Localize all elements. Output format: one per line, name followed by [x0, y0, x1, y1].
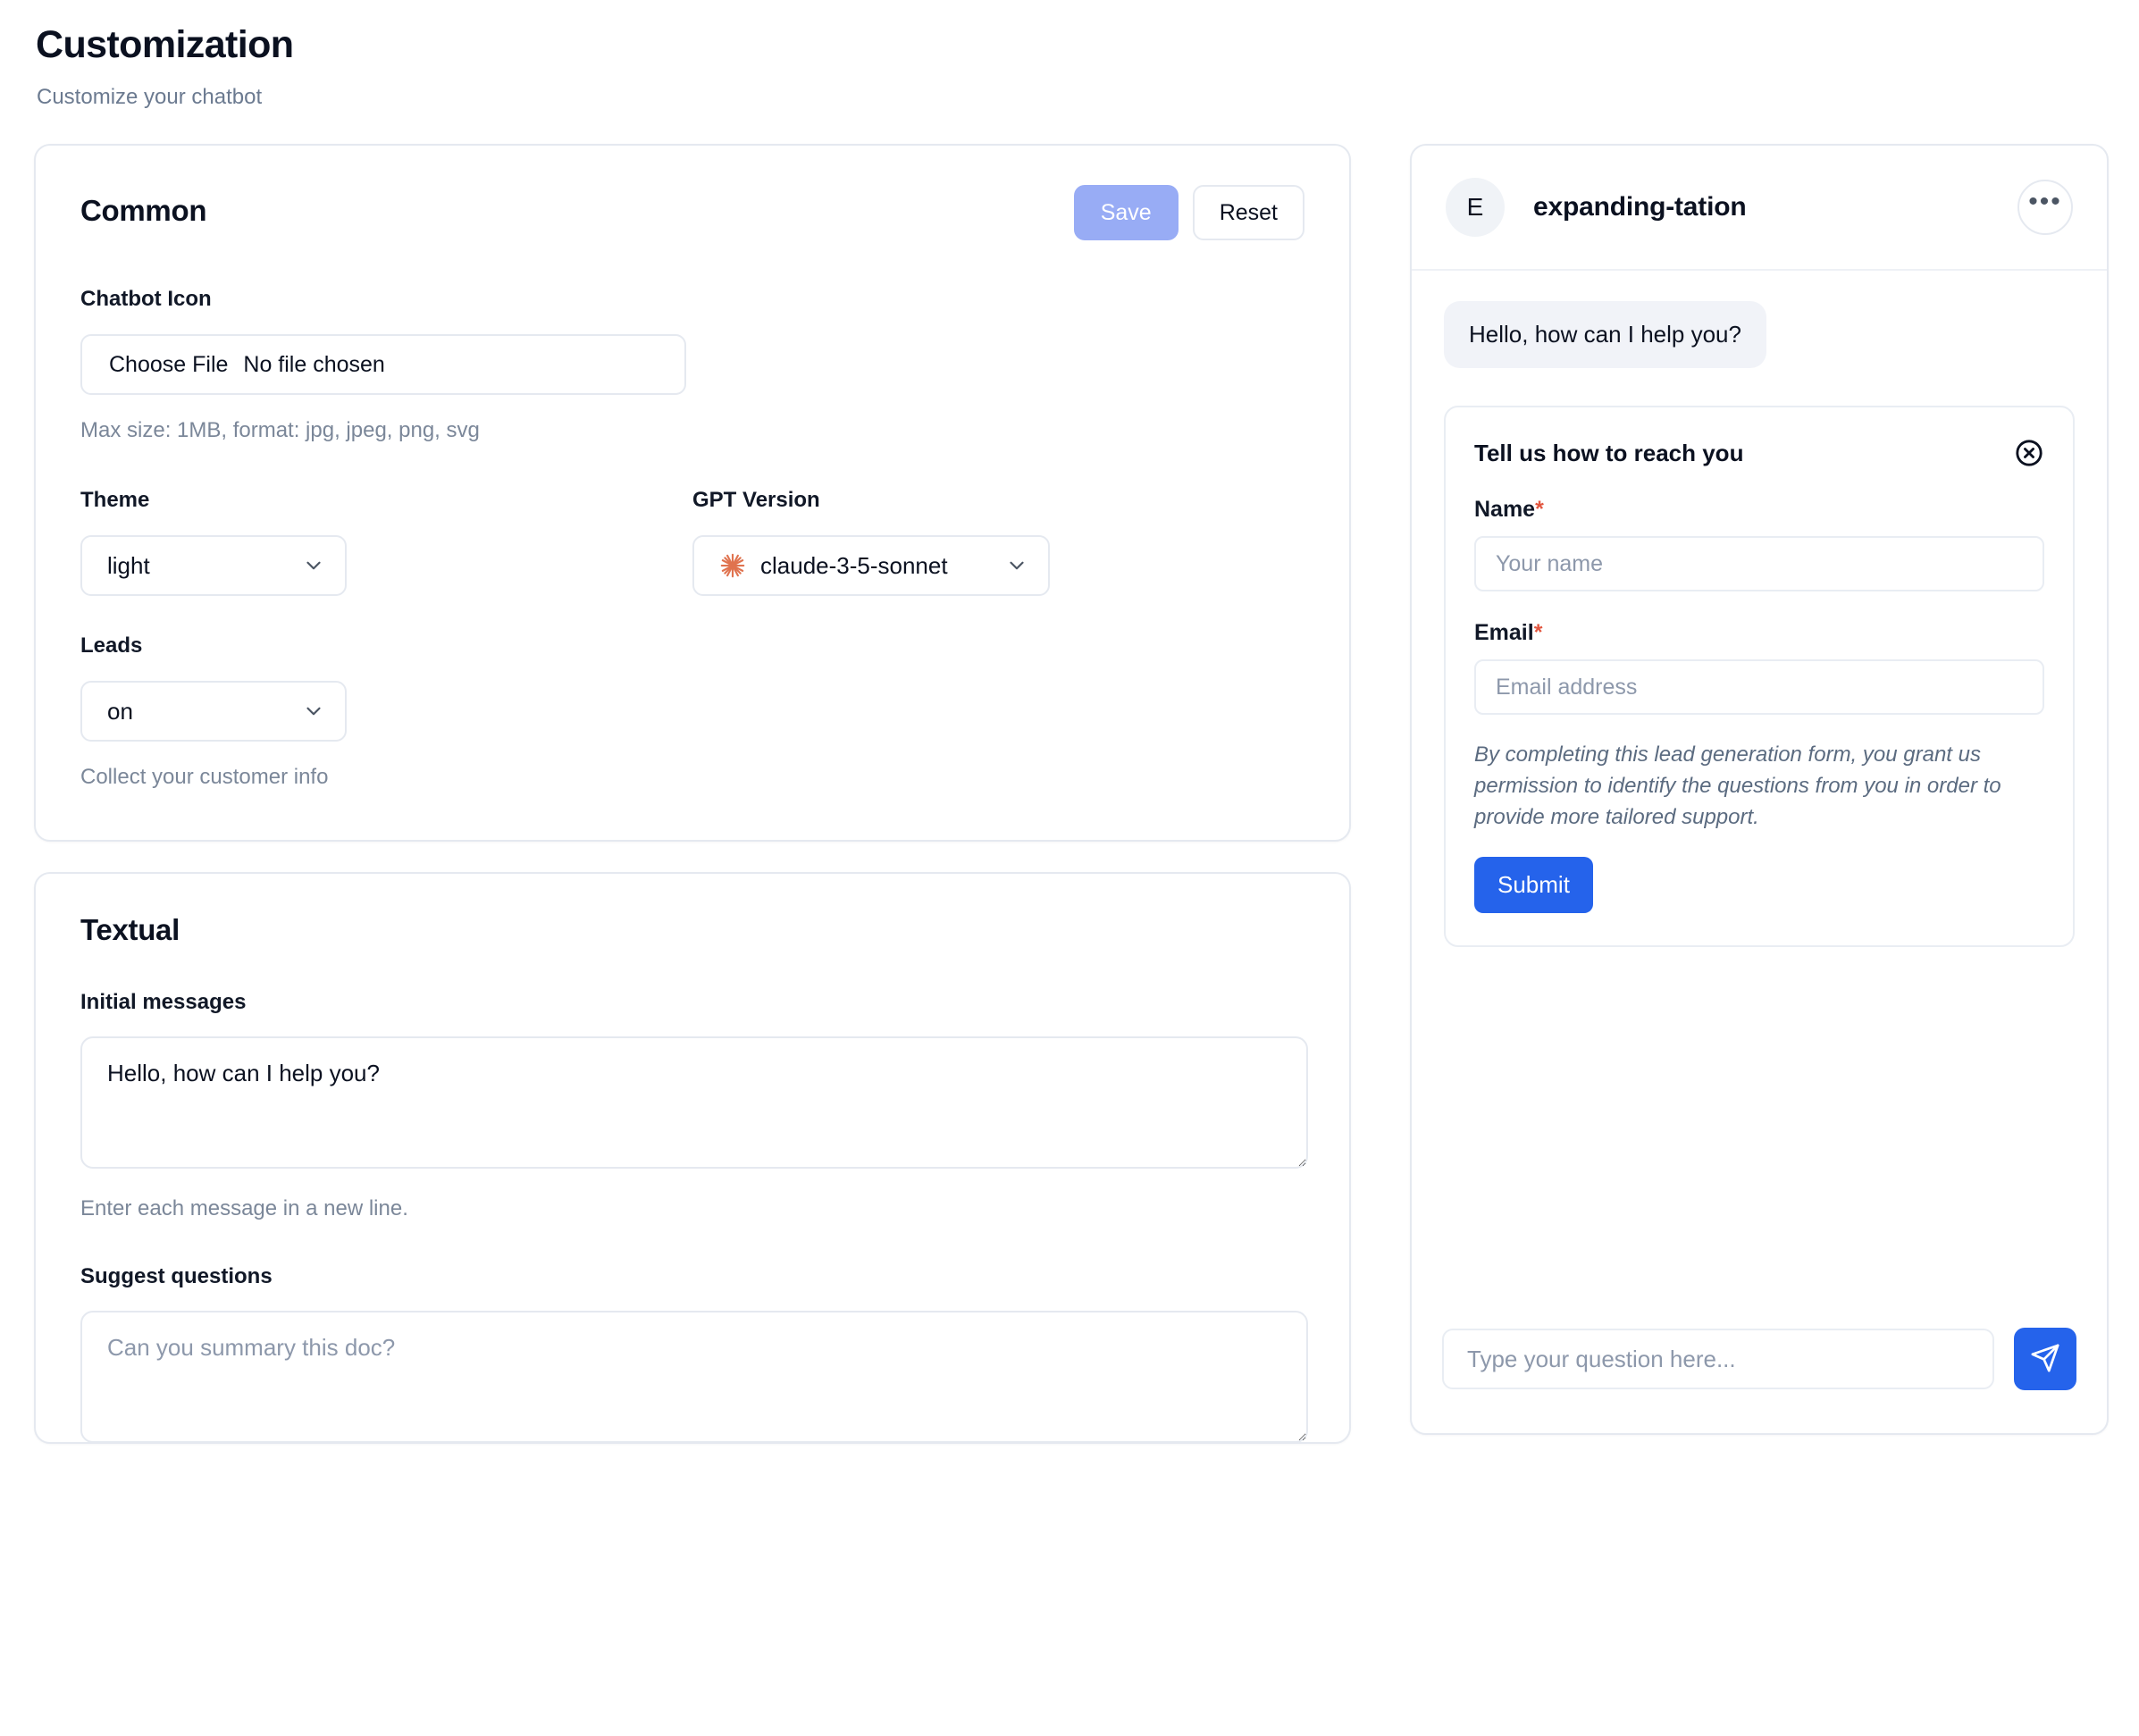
ellipsis-icon: ••• [2028, 187, 2062, 217]
page-subtitle: Customize your chatbot [37, 85, 263, 110]
lead-name-input[interactable] [1474, 536, 2044, 592]
gpt-version-select[interactable]: claude-3-5-sonnet [692, 535, 1050, 597]
initial-messages-label: Initial messages [80, 990, 247, 1015]
chevron-down-icon [1005, 554, 1028, 577]
textual-section-title: Textual [80, 913, 180, 947]
send-message-button[interactable] [2014, 1328, 2076, 1391]
lead-name-label-text: Name [1474, 497, 1536, 523]
chat-message-list: Hello, how can I help you? Tell us how t… [1412, 271, 2107, 1304]
lead-submit-button[interactable]: Submit [1474, 856, 1593, 913]
suggest-questions-field: Suggest questions Enter each message in … [80, 1264, 1308, 1443]
suggest-questions-input[interactable] [80, 1311, 1308, 1443]
lead-form-title: Tell us how to reach you [1474, 439, 1744, 466]
theme-select-value: light [107, 551, 150, 579]
lead-email-input[interactable] [1474, 659, 2044, 716]
required-asterisk: * [1533, 620, 1543, 646]
choose-file-button[interactable]: Choose File [109, 352, 228, 378]
common-card-header: Common Save Reset [80, 185, 1304, 241]
chevron-down-icon [302, 554, 325, 577]
bot-message-bubble: Hello, how can I help you? [1444, 301, 1766, 369]
gpt-version-select-value: claude-3-5-sonnet [719, 552, 948, 580]
common-section-title: Common [80, 194, 207, 228]
gpt-version-text: claude-3-5-sonnet [760, 551, 948, 579]
customization-page: Customization Customize your chatbot Com… [0, 0, 2139, 1736]
theme-label: Theme [80, 488, 150, 513]
leads-select[interactable]: on [80, 681, 347, 742]
leads-select-value: on [107, 697, 133, 725]
gpt-version-label: GPT Version [692, 488, 820, 513]
initial-messages-field: Initial messages Enter each message in a… [80, 990, 1308, 1221]
chat-message-input[interactable] [1442, 1329, 1994, 1390]
lead-email-label: Email* [1474, 620, 2044, 646]
settings-column: Common Save Reset Chatbot Icon Choose Fi… [34, 144, 1351, 1445]
lead-name-label: Name* [1474, 497, 2044, 523]
theme-field: Theme light [80, 488, 692, 597]
gpt-version-field: GPT Version claude-3-5-sonnet [692, 488, 1304, 597]
chatbot-preview-panel: E expanding-tation ••• Hello, how can I … [1410, 144, 2109, 1436]
theme-and-gpt-row: Theme light GPT Version claude-3-5-sonne… [80, 488, 1304, 597]
textual-settings-card: Textual Initial messages Enter each mess… [34, 872, 1351, 1445]
suggest-questions-label: Suggest questions [80, 1264, 273, 1289]
chatbot-icon-label: Chatbot Icon [80, 287, 212, 312]
chatbot-name: expanding-tation [1533, 192, 1747, 222]
lead-email-label-text: Email [1474, 620, 1534, 646]
leads-help-text: Collect your customer info [80, 765, 329, 790]
common-card-actions: Save Reset [1073, 185, 1304, 241]
chat-input-bar [1412, 1304, 2107, 1433]
leads-field: Leads on Collect your customer info [80, 633, 1304, 790]
initial-messages-input[interactable] [80, 1036, 1308, 1170]
more-options-button[interactable]: ••• [2017, 180, 2073, 236]
leads-label: Leads [80, 633, 143, 658]
claude-starburst-icon [719, 552, 746, 579]
close-circle-icon[interactable] [2014, 438, 2044, 468]
preview-column: E expanding-tation ••• Hello, how can I … [1410, 144, 2109, 1436]
save-button[interactable]: Save [1073, 185, 1179, 241]
reset-button[interactable]: Reset [1192, 185, 1304, 241]
theme-select[interactable]: light [80, 535, 347, 597]
page-title: Customization [36, 23, 294, 66]
chatbot-icon-file-input[interactable]: Choose File No file chosen [80, 334, 686, 396]
content-columns: Common Save Reset Chatbot Icon Choose Fi… [34, 144, 2109, 1445]
required-asterisk: * [1535, 497, 1544, 523]
common-settings-card: Common Save Reset Chatbot Icon Choose Fi… [34, 144, 1351, 843]
initial-messages-help-text: Enter each message in a new line. [80, 1196, 408, 1221]
file-status-text: No file chosen [243, 351, 385, 377]
lead-generation-form: Tell us how to reach you Name* Your name… [1444, 406, 2075, 947]
lead-form-disclaimer: By completing this lead generation form,… [1474, 742, 2001, 829]
avatar: E [1446, 178, 1505, 238]
chatbot-icon-help-text: Max size: 1MB, format: jpg, jpeg, png, s… [80, 418, 480, 443]
chatbot-icon-field: Chatbot Icon Choose File No file chosen … [80, 287, 1304, 443]
chevron-down-icon [302, 700, 325, 723]
send-paper-plane-icon [2030, 1343, 2060, 1376]
chat-header: E expanding-tation ••• [1412, 146, 2107, 272]
lead-form-header: Tell us how to reach you [1474, 438, 2044, 468]
